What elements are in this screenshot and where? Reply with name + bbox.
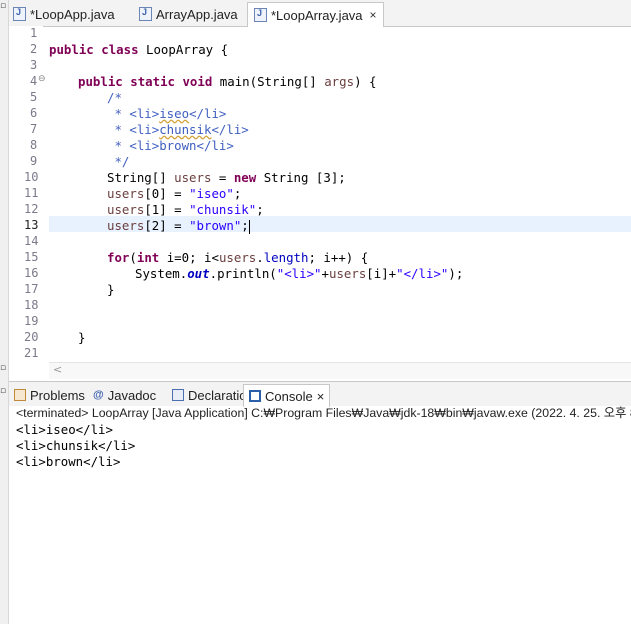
tab-arrayapp[interactable]: ArrayApp.java: [139, 3, 238, 25]
line-number: 2: [30, 42, 38, 56]
code-line-4: public static void main(String[] args) {: [78, 74, 377, 89]
code-line-10: String[] users = new String [3];: [107, 170, 346, 185]
tab-label: *LoopArray.java: [271, 7, 363, 23]
console-status: <terminated> LoopArray [Java Application…: [16, 406, 631, 420]
line-number: 21: [24, 346, 39, 360]
code-line-16: System.out.println("<li>"+users[i]+"</li…: [135, 266, 464, 281]
tab-javadoc[interactable]: @ Javadoc: [93, 385, 156, 405]
code-line-11: users[0] = "iseo";: [107, 186, 242, 201]
close-icon[interactable]: ×: [317, 389, 325, 404]
declaration-icon: [172, 389, 184, 401]
line-number: 5: [30, 90, 38, 104]
scroll-left-icon[interactable]: <: [53, 363, 62, 376]
tab-label: Problems: [30, 387, 85, 403]
code-editor[interactable]: public class LoopArray { public static v…: [49, 26, 631, 362]
code-line-7: * <li>chunsik</li>: [107, 122, 249, 137]
tab-declaration[interactable]: Declaration: [172, 385, 254, 405]
tab-label: Console: [265, 388, 313, 404]
left-side-strip: ▫ ▫ ▫: [0, 0, 9, 624]
line-number: 18: [24, 298, 39, 312]
line-number: 9: [30, 154, 38, 168]
line-number: 14: [24, 234, 39, 248]
view-icon-2[interactable]: ▫: [0, 386, 6, 396]
console-output-line: <li>iseo</li>: [16, 422, 113, 437]
code-line-20: }: [78, 330, 86, 345]
line-number: 3: [30, 58, 38, 72]
code-line-6: * <li>iseo</li>: [107, 106, 227, 121]
line-number: 8: [30, 138, 38, 152]
line-number: 6: [30, 106, 38, 120]
editor-tab-bar: *LoopApp.java ArrayApp.java *LoopArray.j…: [9, 0, 631, 27]
code-line-13: users[2] = "brown";: [107, 218, 250, 234]
java-file-icon: [254, 8, 267, 22]
line-number: 20: [24, 330, 39, 344]
line-number: 13: [24, 218, 39, 232]
line-number: 12: [24, 202, 39, 216]
tab-label: ArrayApp.java: [156, 6, 238, 22]
tab-loopapp[interactable]: *LoopApp.java: [13, 3, 115, 25]
tab-looparray[interactable]: *LoopArray.java ×: [247, 2, 384, 27]
line-number: 16: [24, 266, 39, 280]
line-number: 7: [30, 122, 38, 136]
close-icon[interactable]: ×: [370, 8, 377, 22]
code-line-12: users[1] = "chunsik";: [107, 202, 264, 217]
view-icon[interactable]: ▫: [0, 363, 6, 373]
javadoc-icon: @: [93, 389, 104, 401]
line-number: 11: [24, 186, 39, 200]
line-number: 10: [24, 170, 39, 184]
package-explorer-icon[interactable]: ▫: [0, 1, 6, 11]
code-line-2: public class LoopArray {: [49, 42, 229, 57]
console-output-line: <li>chunsik</li>: [16, 438, 136, 453]
problems-icon: [14, 389, 26, 401]
code-line-8: * <li>brown</li>: [107, 138, 234, 153]
tab-label: Javadoc: [107, 387, 157, 403]
tab-problems[interactable]: Problems: [14, 385, 85, 405]
console-icon: [249, 390, 261, 402]
code-line-5: /*: [107, 90, 122, 105]
tab-console[interactable]: Console ×: [243, 384, 331, 407]
panel-tab-bar: Problems @ Javadoc Declaration Console ×: [9, 381, 631, 407]
line-number: 15: [24, 250, 39, 264]
line-number: 1: [30, 26, 38, 40]
console-output-line: <li>brown</li>: [16, 454, 121, 469]
java-file-icon: [13, 7, 26, 21]
line-number: 19: [24, 314, 39, 328]
code-line-15: for(int i=0; i<users.length; i++) {: [107, 250, 369, 265]
text-caret: [248, 219, 250, 234]
horizontal-scrollbar[interactable]: <: [49, 362, 631, 379]
java-file-icon: [139, 7, 152, 21]
code-line-9: */: [107, 154, 130, 169]
tab-label: *LoopApp.java: [30, 6, 115, 22]
line-number: 17: [24, 282, 39, 296]
fold-collapse-icon[interactable]: ⊖: [38, 74, 46, 84]
line-number-gutter: 1 2 3 4 ⊖ 5 6 7 8 9 10 11 12 13 14 15 16…: [9, 26, 46, 362]
code-line-17: }: [107, 282, 115, 297]
